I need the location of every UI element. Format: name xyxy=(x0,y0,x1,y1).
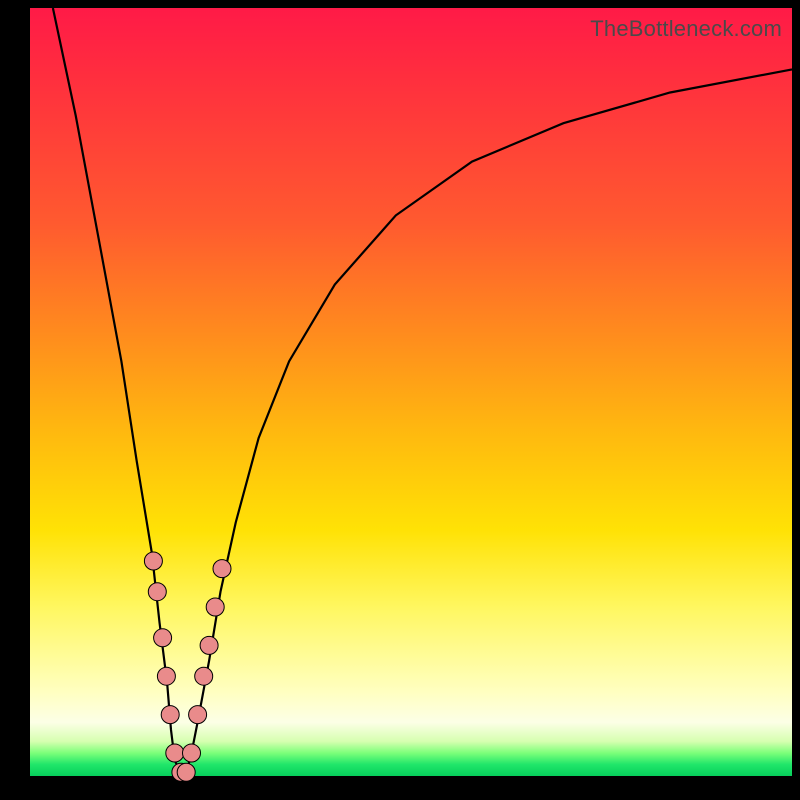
bottleneck-curve-svg xyxy=(30,8,792,776)
plot-area: TheBottleneck.com xyxy=(30,8,792,776)
highlight-dot xyxy=(177,763,195,781)
marker-group xyxy=(144,552,231,781)
highlight-dot xyxy=(206,598,224,616)
highlight-dot xyxy=(154,629,172,647)
highlight-dot xyxy=(213,560,231,578)
highlight-dot xyxy=(161,706,179,724)
highlight-dot xyxy=(200,636,218,654)
highlight-dot xyxy=(144,552,162,570)
highlight-dot xyxy=(157,667,175,685)
chart-frame: TheBottleneck.com xyxy=(0,0,800,800)
highlight-dot xyxy=(183,744,201,762)
highlight-dot xyxy=(195,667,213,685)
bottleneck-curve-path xyxy=(53,8,792,776)
highlight-dot xyxy=(166,744,184,762)
highlight-dot xyxy=(189,706,207,724)
highlight-dot xyxy=(148,583,166,601)
